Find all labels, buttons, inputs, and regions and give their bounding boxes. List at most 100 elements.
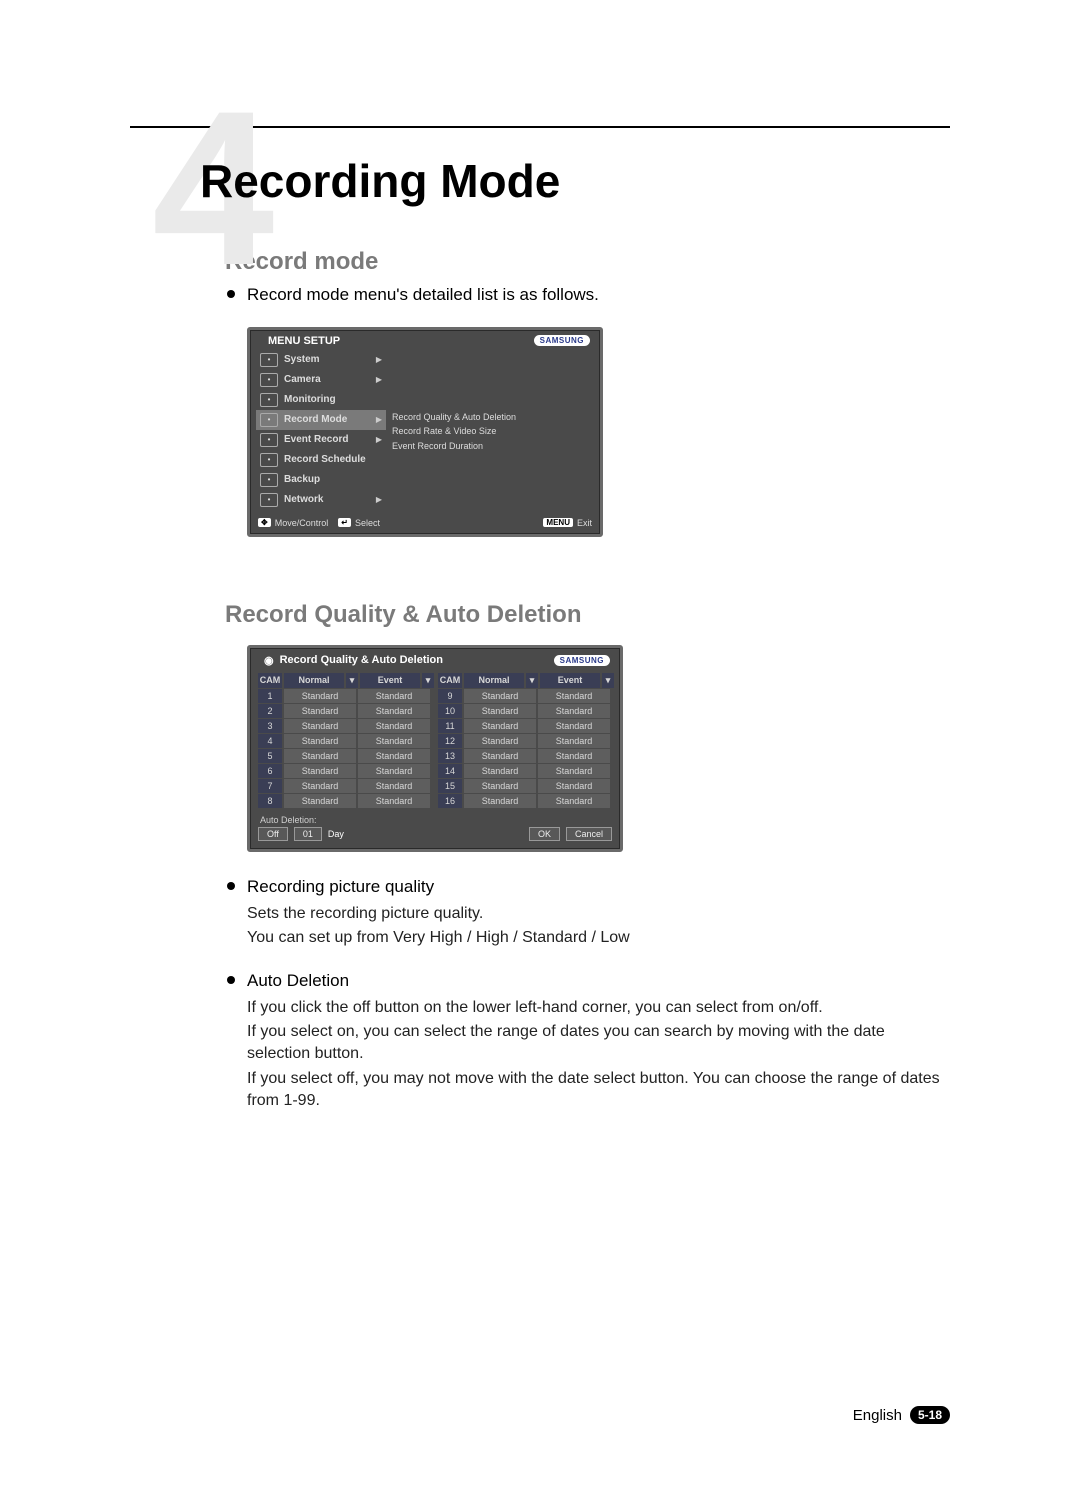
cell-event[interactable]: Standard — [538, 719, 610, 733]
cell-normal[interactable]: Standard — [284, 749, 356, 763]
chevron-down-icon[interactable]: ▾ — [422, 673, 434, 688]
cell-event[interactable]: Standard — [358, 734, 430, 748]
cell-event[interactable]: Standard — [358, 764, 430, 778]
cell-normal[interactable]: Standard — [284, 689, 356, 703]
key-move: ✥Move/Control — [258, 518, 328, 528]
quality-table-right[interactable]: CAMNormal▾Event▾9StandardStandard10Stand… — [438, 673, 614, 809]
auto-deletion-value[interactable]: 01 — [294, 827, 322, 841]
table-row[interactable]: 12StandardStandard — [438, 734, 614, 748]
cell-normal[interactable]: Standard — [464, 749, 536, 763]
table-row[interactable]: 8StandardStandard — [258, 794, 434, 808]
cell-event[interactable]: Standard — [538, 794, 610, 808]
chevron-right-icon: ▶ — [376, 415, 382, 424]
menu-setup-list[interactable]: • System ▶ •Camera▶•Monitoring • Record Mode ▶… — [256, 350, 386, 510]
table-row[interactable]: 9StandardStandard — [438, 689, 614, 703]
menu-item-camera[interactable]: •Camera▶ — [256, 370, 386, 390]
table-row[interactable]: 3StandardStandard — [258, 719, 434, 733]
key-select: ↵Select — [338, 518, 380, 528]
menu-item-label: Record Mode — [284, 414, 370, 425]
cell-normal[interactable]: Standard — [464, 779, 536, 793]
cell-cam: 6 — [258, 764, 282, 778]
quality-table-left[interactable]: CAMNormal▾Event▾1StandardStandard2Standa… — [258, 673, 434, 809]
cell-cam: 7 — [258, 779, 282, 793]
cell-event[interactable]: Standard — [358, 749, 430, 763]
record-quality-heading: Record Quality & Auto Deletion — [225, 601, 940, 629]
menu-item-record-schedule[interactable]: •Record Schedule — [256, 450, 386, 470]
col-normal[interactable]: Normal — [284, 673, 344, 688]
table-row[interactable]: 1StandardStandard — [258, 689, 434, 703]
cell-event[interactable]: Standard — [358, 794, 430, 808]
table-row[interactable]: 5StandardStandard — [258, 749, 434, 763]
cell-event[interactable]: Standard — [538, 704, 610, 718]
cell-event[interactable]: Standard — [358, 719, 430, 733]
col-cam: CAM — [438, 673, 462, 688]
cell-event[interactable]: Standard — [358, 689, 430, 703]
cell-cam: 1 — [258, 689, 282, 703]
record-quality-panel: ◉ Record Quality & Auto Deletion SAMSUNG… — [247, 645, 623, 852]
table-row[interactable]: 13StandardStandard — [438, 749, 614, 763]
cell-normal[interactable]: Standard — [284, 704, 356, 718]
cell-event[interactable]: Standard — [538, 779, 610, 793]
table-row[interactable]: 7StandardStandard — [258, 779, 434, 793]
manual-page: 4 Recording Mode Record mode Record mode… — [0, 0, 1080, 1490]
cell-normal[interactable]: Standard — [284, 764, 356, 778]
submenu-item[interactable]: Record Quality & Auto Deletion — [392, 410, 594, 424]
table-row[interactable]: 11StandardStandard — [438, 719, 614, 733]
menu-item-monitoring[interactable]: •Monitoring — [256, 390, 386, 410]
cell-event[interactable]: Standard — [538, 689, 610, 703]
col-cam: CAM — [258, 673, 282, 688]
menu-item-system[interactable]: •System▶ — [256, 350, 386, 370]
cell-cam: 2 — [258, 704, 282, 718]
cell-normal[interactable]: Standard — [464, 689, 536, 703]
chevron-down-icon[interactable]: ▾ — [602, 673, 614, 688]
table-row[interactable]: 2StandardStandard — [258, 704, 434, 718]
table-row[interactable]: 16StandardStandard — [438, 794, 614, 808]
ad-line3: If you select off, you may not move with… — [247, 1068, 940, 1113]
record-mode-intro: Record mode menu's detailed list is as f… — [225, 284, 940, 307]
col-event[interactable]: Event — [360, 673, 420, 688]
cancel-button[interactable]: Cancel — [566, 827, 612, 841]
col-event[interactable]: Event — [540, 673, 600, 688]
menu-item-icon: • — [260, 373, 278, 387]
table-row[interactable]: 14StandardStandard — [438, 764, 614, 778]
cell-event[interactable]: Standard — [538, 749, 610, 763]
table-row[interactable]: 4StandardStandard — [258, 734, 434, 748]
submenu-item[interactable]: Event Record Duration — [392, 439, 594, 453]
menu-item-network[interactable]: •Network▶ — [256, 490, 386, 510]
submenu-item[interactable]: Record Rate & Video Size — [392, 424, 594, 438]
cell-normal[interactable]: Standard — [464, 794, 536, 808]
cell-event[interactable]: Standard — [538, 734, 610, 748]
auto-deletion-toggle[interactable]: Off — [258, 827, 288, 841]
footer-language: English — [853, 1407, 902, 1424]
menu-item-record-mode[interactable]: • Record Mode ▶ — [256, 410, 386, 430]
menu-item-icon: • — [260, 413, 278, 427]
table-row[interactable]: 15StandardStandard — [438, 779, 614, 793]
menu-item-backup[interactable]: •Backup — [256, 470, 386, 490]
cell-normal[interactable]: Standard — [464, 704, 536, 718]
cell-normal[interactable]: Standard — [464, 719, 536, 733]
cell-normal[interactable]: Standard — [284, 734, 356, 748]
ok-button[interactable]: OK — [529, 827, 560, 841]
menu-item-label: System — [284, 354, 370, 365]
chevron-down-icon[interactable]: ▾ — [526, 673, 538, 688]
cell-cam: 8 — [258, 794, 282, 808]
cell-normal[interactable]: Standard — [284, 794, 356, 808]
menu-item-event-record[interactable]: •Event Record▶ — [256, 430, 386, 450]
cell-normal[interactable]: Standard — [464, 734, 536, 748]
chevron-right-icon: ▶ — [376, 355, 382, 364]
table-row[interactable]: 10StandardStandard — [438, 704, 614, 718]
col-normal[interactable]: Normal — [464, 673, 524, 688]
menu-setup-panel: MENU SETUP SAMSUNG •System▶•Camera▶•Moni… — [247, 327, 603, 537]
cell-event[interactable]: Standard — [358, 704, 430, 718]
table-row[interactable]: 6StandardStandard — [258, 764, 434, 778]
cell-normal[interactable]: Standard — [284, 719, 356, 733]
menu-item-icon: • — [260, 493, 278, 507]
auto-deletion-unit: Day — [328, 829, 344, 839]
cell-normal[interactable]: Standard — [284, 779, 356, 793]
cell-event[interactable]: Standard — [538, 764, 610, 778]
menu-item-icon: • — [260, 433, 278, 447]
chevron-down-icon[interactable]: ▾ — [346, 673, 358, 688]
cell-cam: 5 — [258, 749, 282, 763]
cell-event[interactable]: Standard — [358, 779, 430, 793]
cell-normal[interactable]: Standard — [464, 764, 536, 778]
